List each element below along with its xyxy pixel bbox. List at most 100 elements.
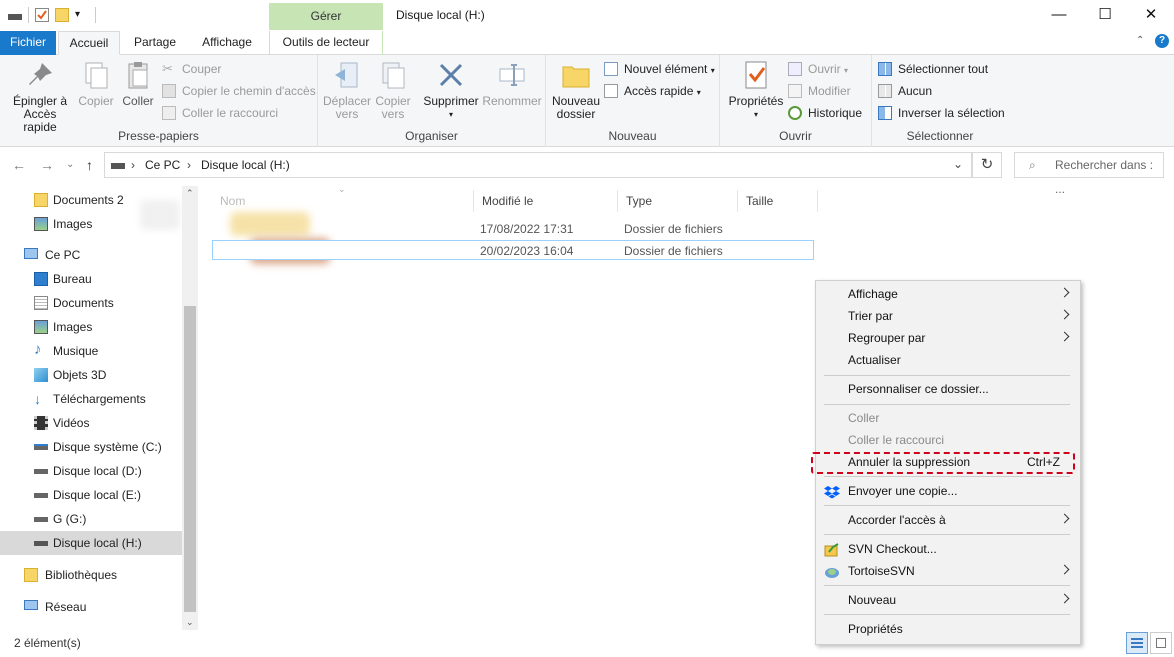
search-input[interactable]: ⌕ Rechercher dans : ... xyxy=(1014,152,1164,196)
rename-button[interactable]: Renommer xyxy=(480,59,544,108)
details-view-button[interactable] xyxy=(1126,632,1148,654)
nav-item-libraries[interactable]: Bibliothèques xyxy=(0,563,182,587)
menu-item-label: Affichage xyxy=(848,287,898,301)
back-arrow-icon[interactable]: ← xyxy=(12,157,26,173)
menu-item-paste[interactable]: Coller xyxy=(816,407,1080,429)
nav-item-drive-h[interactable]: Disque local (H:) xyxy=(0,531,182,555)
paste-shortcut-button[interactable]: Coller le raccourci xyxy=(162,103,278,123)
nav-item-drive-g[interactable]: G (G:) xyxy=(0,507,182,531)
customize-toolbar-icon[interactable]: ▾ xyxy=(75,8,89,22)
forward-arrow-icon[interactable]: → xyxy=(40,157,54,173)
open-icon xyxy=(788,62,802,76)
nav-item-music[interactable]: ♪ Musique xyxy=(0,339,182,363)
new-item-button[interactable]: Nouvel élément ▾ xyxy=(604,59,715,79)
menu-item-refresh[interactable]: Actualiser xyxy=(816,349,1080,371)
clipboard-icon xyxy=(122,59,154,91)
select-all-button[interactable]: Sélectionner tout xyxy=(878,59,988,79)
copy-path-button[interactable]: Copier le chemin d'accès xyxy=(162,81,316,101)
recent-locations-icon[interactable]: ⌄ xyxy=(66,159,74,170)
drive-icon xyxy=(34,517,48,522)
nav-item-label: Bureau xyxy=(53,272,92,286)
nav-item-label: Vidéos xyxy=(53,416,90,430)
menu-item-paste-shortcut[interactable]: Coller le raccourci xyxy=(816,429,1080,451)
paste-button[interactable]: Coller xyxy=(118,59,158,108)
collapse-ribbon-icon[interactable]: ⌃ xyxy=(1136,35,1144,46)
menu-item-svn-checkout[interactable]: SVN Checkout... xyxy=(816,538,1080,560)
nav-item-system-drive-c[interactable]: Disque système (C:) xyxy=(0,435,182,459)
nav-item-this-pc[interactable]: Ce PC xyxy=(0,243,182,267)
tab-drive-tools[interactable]: Outils de lecteur xyxy=(269,31,383,55)
nav-item-drive-e[interactable]: Disque local (E:) xyxy=(0,483,182,507)
close-button[interactable]: ✕ xyxy=(1128,0,1174,31)
tab-view[interactable]: Affichage xyxy=(190,31,264,55)
column-header-size[interactable]: Taille xyxy=(738,190,818,212)
properties-button[interactable]: Propriétés ▾ xyxy=(726,59,786,121)
menu-item-sort-by[interactable]: Trier par xyxy=(816,305,1080,327)
column-header-type[interactable]: Type xyxy=(618,190,738,212)
tab-file[interactable]: Fichier xyxy=(0,31,56,55)
menu-separator xyxy=(824,476,1070,477)
help-icon[interactable]: ? xyxy=(1155,34,1169,48)
nav-item-drive-d[interactable]: Disque local (D:) xyxy=(0,459,182,483)
maximize-button[interactable]: ☐ xyxy=(1082,0,1128,31)
up-arrow-icon[interactable]: ↑ xyxy=(86,157,93,173)
copy-to-button[interactable]: Copier vers xyxy=(372,59,414,121)
menu-item-give-access[interactable]: Accorder l'accès à xyxy=(816,509,1080,531)
tab-home[interactable]: Accueil xyxy=(58,31,120,55)
file-row-selected[interactable]: 20/02/2023 16:04 Dossier de fichiers xyxy=(212,240,814,260)
address-bar[interactable]: › Ce PC › Disque local (H:) ⌄ xyxy=(104,152,972,178)
new-folder-button[interactable]: Nouveau dossier xyxy=(550,59,602,121)
nav-scroll-thumb[interactable] xyxy=(184,306,196,612)
nav-item-desktop[interactable]: Bureau xyxy=(0,267,182,291)
file-row[interactable]: 17/08/2022 17:31 Dossier de fichiers xyxy=(212,219,814,239)
delete-dropdown-icon: ▾ xyxy=(448,110,453,119)
scroll-up-icon[interactable]: ⌃ xyxy=(186,188,194,199)
properties-icon[interactable] xyxy=(35,8,49,22)
menu-item-view[interactable]: Affichage xyxy=(816,283,1080,305)
breadcrumb-separator-icon[interactable]: › xyxy=(131,158,135,172)
open-button[interactable]: Ouvrir ▾ xyxy=(788,59,848,79)
history-button[interactable]: Historique xyxy=(788,103,862,123)
menu-item-customize-folder[interactable]: Personnaliser ce dossier... xyxy=(816,378,1080,400)
menu-item-send-copy[interactable]: Envoyer une copie... xyxy=(816,480,1080,502)
nav-item-network[interactable]: Réseau xyxy=(0,595,182,619)
menu-item-group-by[interactable]: Regrouper par xyxy=(816,327,1080,349)
breadcrumb-separator-icon[interactable]: › xyxy=(187,158,191,172)
properties-dropdown-icon: ▾ xyxy=(753,110,758,119)
move-to-button[interactable]: Déplacer vers xyxy=(322,59,372,121)
dropdown-arrow-icon: ▾ xyxy=(696,88,701,97)
easy-access-button[interactable]: Accès rapide ▾ xyxy=(604,81,701,101)
address-dropdown-icon[interactable]: ⌄ xyxy=(953,157,963,171)
objects-3d-icon xyxy=(34,368,48,382)
minimize-button[interactable]: — xyxy=(1036,0,1082,31)
nav-item-documents[interactable]: Documents xyxy=(0,291,182,315)
menu-item-properties[interactable]: Propriétés xyxy=(816,618,1080,640)
refresh-button[interactable]: ↻ xyxy=(972,152,1002,178)
new-folder-icon[interactable] xyxy=(55,8,69,22)
delete-button[interactable]: Supprimer ▾ xyxy=(420,59,482,121)
nav-item-downloads[interactable]: ↓ Téléchargements xyxy=(0,387,182,411)
tab-share[interactable]: Partage xyxy=(124,31,186,55)
cut-button[interactable]: ✂ Couper xyxy=(162,59,221,79)
file-type: Dossier de fichiers xyxy=(624,244,723,258)
edit-button[interactable]: Modifier xyxy=(788,81,851,101)
breadcrumb-this-pc[interactable]: Ce PC xyxy=(145,158,180,172)
column-header-modified[interactable]: Modifié le xyxy=(474,190,618,212)
nav-item-videos[interactable]: Vidéos xyxy=(0,411,182,435)
menu-separator xyxy=(824,614,1070,615)
copy-button[interactable]: Copier xyxy=(76,59,116,108)
breadcrumb-current-drive[interactable]: Disque local (H:) xyxy=(201,158,290,172)
select-group: Sélectionner tout Aucun Inverser la séle… xyxy=(872,55,1008,147)
menu-item-new[interactable]: Nouveau xyxy=(816,589,1080,611)
organize-group-label: Organiser xyxy=(405,129,458,143)
invert-selection-button[interactable]: Inverser la sélection xyxy=(878,103,1005,123)
scroll-down-icon[interactable]: ⌄ xyxy=(186,617,194,628)
new-group: Nouveau dossier Nouvel élément ▾ Accès r… xyxy=(546,55,720,147)
toolbar-divider xyxy=(95,7,96,23)
pin-quick-access-button[interactable]: Épingler à Accès rapide xyxy=(6,59,74,134)
menu-item-tortoisesvn[interactable]: TortoiseSVN xyxy=(816,560,1080,582)
large-icons-view-button[interactable] xyxy=(1150,632,1172,654)
select-none-button[interactable]: Aucun xyxy=(878,81,932,101)
nav-item-3d-objects[interactable]: Objets 3D xyxy=(0,363,182,387)
nav-item-images[interactable]: Images xyxy=(0,315,182,339)
